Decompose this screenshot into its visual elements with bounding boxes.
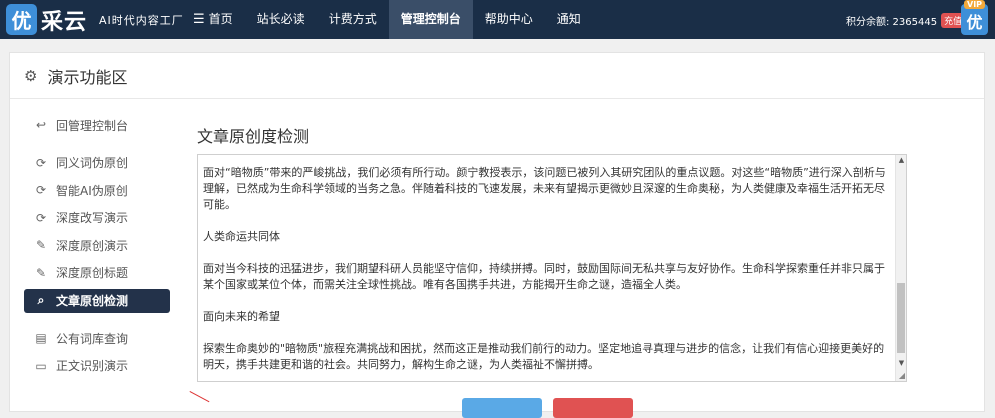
nav-help[interactable]: 帮助中心 [473, 0, 545, 39]
paragraph: 面对当今科技的迅猛进步，我们期望科研人员能坚守信仰，持续拼搏。同时，鼓励国际间无… [203, 262, 885, 291]
sidebar-item-ai-rewrite[interactable]: ⟳ 智能AI伪原创 [24, 178, 170, 202]
menu-icon: ☰ [193, 12, 205, 27]
panel-header: ⚙ 演示功能区 [10, 53, 984, 99]
points-balance: 积分余额: 2365445 充值 [846, 13, 966, 28]
logo-name: 采云 [41, 8, 88, 35]
top-navigation-bar: 优 采云 AI时代内容工厂 ☰ 首页 站长必读 计费方式 管理控制台 帮助中心 通… [0, 0, 995, 39]
sidebar-item-public-thesaurus[interactable]: ▤ 公有词库查询 [24, 326, 170, 350]
book-icon: ▤ [35, 331, 47, 346]
refresh-icon: ⟳ [35, 183, 47, 198]
clear-button[interactable] [553, 398, 633, 418]
textarea-scrollbar[interactable]: ▲ ▼ [895, 155, 906, 381]
brand-logo[interactable]: 优 采云 AI时代内容工厂 [6, 4, 184, 35]
sidebar-item-back-console[interactable]: ↩ 回管理控制台 [24, 113, 170, 137]
demo-panel: ⚙ 演示功能区 ↩ 回管理控制台 ⟳ 同义词伪原创 ⟳ 智能AI伪原创 ⟳ 深度… [9, 52, 985, 418]
paragraph: 面向未来的希望 [203, 310, 280, 323]
refresh-icon: ⟳ [35, 210, 47, 225]
scroll-thumb[interactable] [897, 283, 905, 353]
sidebar: ↩ 回管理控制台 ⟳ 同义词伪原创 ⟳ 智能AI伪原创 ⟳ 深度改写演示 ✎ 深… [24, 113, 170, 381]
check-button[interactable] [462, 398, 542, 418]
sidebar-item-synonym-rewrite[interactable]: ⟳ 同义词伪原创 [24, 151, 170, 175]
article-textarea[interactable]: 面对“暗物质”带来的严峻挑战，我们必须有所行动。颜宁教授表示，该问题已被列入其研… [197, 154, 907, 382]
refresh-icon: ⟳ [35, 155, 47, 170]
paragraph: 面对“暗物质”带来的严峻挑战，我们必须有所行动。颜宁教授表示，该问题已被列入其研… [203, 166, 886, 211]
article-text[interactable]: 面对“暗物质”带来的严峻挑战，我们必须有所行动。颜宁教授表示，该问题已被列入其研… [203, 165, 893, 381]
edit-icon: ✎ [35, 265, 47, 280]
resize-handle-icon[interactable]: ◢ [899, 371, 905, 380]
sidebar-item-text-extraction[interactable]: ▭ 正文识别演示 [24, 354, 170, 378]
nav-notifications[interactable]: 通知 [545, 0, 593, 39]
scroll-up-icon[interactable]: ▲ [896, 155, 906, 166]
nav-home[interactable]: ☰ 首页 [181, 0, 245, 39]
gear-icon: ⚙ [24, 66, 38, 85]
annotation-line [189, 391, 210, 403]
logo-badge: 优 [6, 4, 37, 35]
content-title: 文章原创度检测 [197, 127, 310, 146]
search-icon: ⌕ [37, 293, 45, 308]
monitor-icon: ▭ [35, 358, 47, 373]
sidebar-item-deep-rewrite[interactable]: ⟳ 深度改写演示 [24, 206, 170, 230]
main-nav: ☰ 首页 站长必读 计费方式 管理控制台 帮助中心 通知 [181, 0, 593, 39]
vip-badge: VIP [964, 0, 986, 9]
back-icon: ↩ [35, 118, 47, 132]
sidebar-item-original-title[interactable]: ✎ 深度原创标题 [24, 261, 170, 285]
paragraph: 探索生命奥妙的"暗物质"旅程充满挑战和困扰，然而这正是推动我们前行的动力。坚定地… [203, 342, 885, 371]
nav-console[interactable]: 管理控制台 [388, 0, 473, 39]
logo-subtitle: AI时代内容工厂 [99, 13, 184, 27]
sidebar-item-originality-check[interactable]: ⌕ 文章原创检测 [24, 288, 170, 313]
nav-webmaster-guide[interactable]: 站长必读 [245, 0, 317, 39]
points-label: 积分余额: 2365445 [846, 17, 938, 28]
panel-title: 演示功能区 [47, 67, 128, 87]
sidebar-item-deep-original[interactable]: ✎ 深度原创演示 [24, 233, 170, 257]
nav-pricing[interactable]: 计费方式 [317, 0, 389, 39]
paragraph: 人类命运共同体 [203, 230, 280, 243]
scroll-down-icon[interactable]: ▼ [896, 358, 906, 369]
edit-icon: ✎ [35, 238, 47, 253]
